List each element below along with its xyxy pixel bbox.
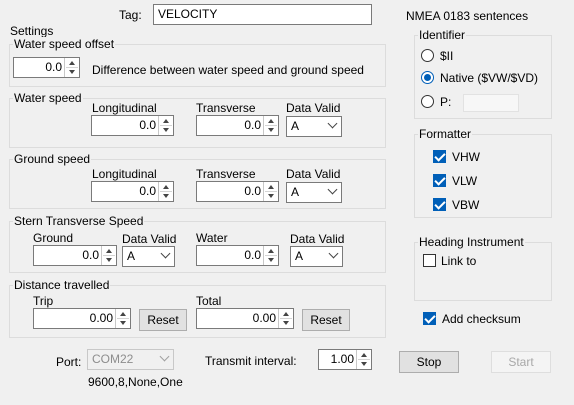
stern-ground-valid-value: A	[127, 249, 136, 263]
stern-ground-valid-select[interactable]: A	[122, 246, 175, 267]
water-speed-longitudinal-label: Longitudinal	[92, 101, 157, 115]
checkbox-link-to[interactable]	[423, 254, 436, 267]
transmit-interval-value: 1.00	[330, 352, 354, 366]
radio-ii-label: $II	[440, 49, 454, 63]
tag-input[interactable]: VELOCITY	[153, 4, 372, 25]
water-speed-title: Water speed	[13, 91, 83, 105]
water-speed-transverse-value: 0.0	[244, 118, 261, 132]
water-speed-valid-select[interactable]: A	[286, 116, 342, 137]
stern-water-valid-label: Data Valid	[290, 232, 345, 246]
stern-ground-valid-label: Data Valid	[122, 232, 177, 246]
start-button[interactable]: Start	[491, 351, 551, 373]
ground-speed-longitudinal-label: Longitudinal	[92, 167, 157, 181]
port-settings: 9600,8,None,One	[88, 375, 183, 389]
spin-arrows-icon[interactable]	[263, 246, 278, 265]
chevron-down-icon	[159, 351, 170, 362]
settings-title: Settings	[10, 24, 54, 38]
transmit-interval-stepper[interactable]: 1.00	[318, 349, 372, 370]
spin-arrows-icon[interactable]	[263, 116, 278, 135]
chevron-down-icon	[328, 248, 339, 259]
spin-arrows-icon[interactable]	[263, 182, 278, 201]
stern-water-value: 0.0	[244, 248, 261, 262]
checkbox-vlw-label: VLW	[452, 174, 478, 188]
chevron-down-icon	[160, 248, 171, 259]
stern-ground-stepper[interactable]: 0.0	[33, 245, 117, 266]
checkbox-link-to-label: Link to	[441, 254, 477, 268]
ground-speed-valid-label: Data Valid	[286, 167, 341, 181]
ground-speed-longitudinal-value: 0.0	[139, 184, 156, 198]
ground-speed-transverse-stepper[interactable]: 0.0	[196, 181, 279, 202]
water-speed-transverse-stepper[interactable]: 0.0	[196, 115, 279, 136]
tag-label: Tag:	[119, 8, 142, 22]
checkbox-add-checksum[interactable]	[423, 312, 436, 325]
water-speed-offset-title: Water speed offset	[13, 37, 116, 51]
spin-arrows-icon[interactable]	[158, 182, 173, 201]
stern-water-valid-value: A	[295, 249, 304, 263]
ground-speed-longitudinal-stepper[interactable]: 0.0	[91, 181, 174, 202]
water-speed-longitudinal-stepper[interactable]: 0.0	[91, 115, 174, 136]
stop-button[interactable]: Stop	[399, 351, 459, 373]
port-value: COM22	[92, 352, 134, 366]
trip-reset-button[interactable]: Reset	[139, 309, 187, 331]
ground-speed-transverse-label: Transverse	[196, 167, 256, 181]
water-speed-transverse-label: Transverse	[196, 101, 256, 115]
port-select[interactable]: COM22	[87, 349, 174, 370]
total-label: Total	[196, 294, 222, 308]
ground-speed-title: Ground speed	[13, 152, 92, 166]
water-speed-offset-description: Difference between water speed and groun…	[92, 63, 364, 77]
radio-p[interactable]	[421, 95, 434, 108]
transmit-interval-label: Transmit interval:	[205, 354, 297, 368]
spin-arrows-icon[interactable]	[101, 246, 116, 265]
water-speed-valid-value: A	[291, 119, 300, 133]
spin-arrows-icon[interactable]	[115, 309, 130, 328]
port-label: Port:	[56, 355, 82, 369]
spin-arrows-icon[interactable]	[278, 309, 293, 328]
chevron-down-icon	[327, 184, 338, 195]
water-speed-offset-value: 0.0	[45, 60, 62, 74]
chevron-down-icon	[327, 118, 338, 129]
checkbox-vhw[interactable]	[433, 150, 446, 163]
stern-speed-title: Stern Transverse Speed	[13, 214, 145, 228]
trip-value: 0.00	[89, 311, 113, 325]
stern-ground-label: Ground	[33, 231, 74, 245]
checkbox-vbw-label: VBW	[452, 198, 480, 212]
water-speed-valid-label: Data Valid	[286, 101, 341, 115]
heading-instrument-title: Heading Instrument	[418, 235, 525, 249]
stern-water-label: Water	[196, 231, 228, 245]
total-reset-button[interactable]: Reset	[302, 309, 350, 331]
total-value: 0.00	[252, 311, 276, 325]
water-speed-offset-stepper[interactable]: 0.0	[13, 57, 80, 78]
radio-native-label: Native ($VW/$VD)	[440, 71, 539, 85]
spin-arrows-icon[interactable]	[158, 116, 173, 135]
ground-speed-valid-value: A	[291, 185, 300, 199]
stern-water-stepper[interactable]: 0.0	[196, 245, 279, 266]
nmea-title: NMEA 0183 sentences	[406, 9, 529, 23]
heading-instrument-group: Heading Instrument	[414, 235, 552, 301]
stern-water-valid-select[interactable]: A	[290, 246, 343, 267]
checkbox-vbw[interactable]	[433, 198, 446, 211]
spin-arrows-icon[interactable]	[356, 350, 371, 369]
spin-arrows-icon[interactable]	[64, 58, 79, 77]
identifier-title: Identifier	[418, 28, 467, 42]
trip-stepper[interactable]: 0.00	[33, 308, 131, 329]
formatter-title: Formatter	[418, 127, 473, 141]
checkbox-vlw[interactable]	[433, 174, 446, 187]
distance-title: Distance travelled	[13, 278, 111, 292]
radio-native[interactable]	[421, 71, 434, 84]
ground-speed-transverse-value: 0.0	[244, 184, 261, 198]
stern-ground-value: 0.0	[82, 248, 99, 262]
total-stepper[interactable]: 0.00	[196, 308, 294, 329]
water-speed-longitudinal-value: 0.0	[139, 118, 156, 132]
ground-speed-valid-select[interactable]: A	[286, 182, 342, 203]
radio-p-label: P:	[440, 95, 452, 109]
checkbox-vhw-label: VHW	[452, 150, 480, 164]
trip-label: Trip	[33, 294, 54, 308]
radio-ii[interactable]	[421, 49, 434, 62]
p-prefix-input[interactable]	[463, 94, 519, 112]
checkbox-add-checksum-label: Add checksum	[442, 312, 521, 326]
